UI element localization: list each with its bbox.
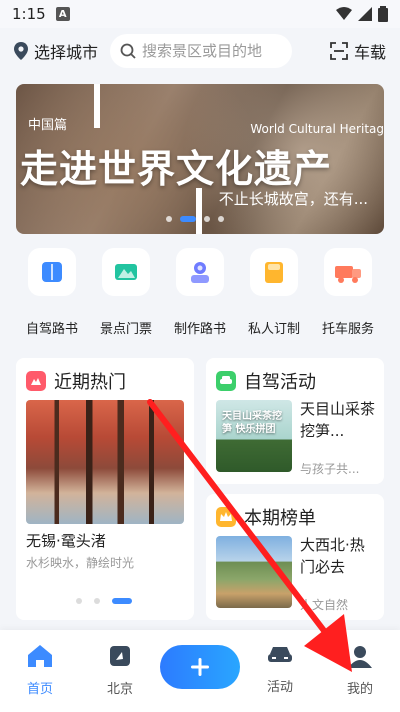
card-header: 自驾活动 [216,368,316,394]
vehicle-label: 车载 [353,43,386,62]
quick-entry-label: 托车服务 [321,322,374,337]
location-pin-icon [14,42,28,60]
city-selector[interactable]: 选择城市 [14,39,98,63]
ranking-card[interactable]: 本期榜单 大西北·热门必去 人文自然 [206,494,384,620]
scan-frame-icon [330,42,348,60]
banner-english-text: World Cultural Heritag [250,122,384,136]
banner-dot-active[interactable] [180,216,196,222]
battery-icon [378,6,388,22]
nav-label: 我的 [346,682,373,697]
activity-thumbnail-text: 天目山采茶挖笋 快乐拼团 [222,411,282,435]
banner-decor-line-bottom [196,188,202,234]
book-icon [28,248,76,296]
search-input[interactable] [142,42,283,60]
home-icon [28,645,52,667]
banner-pagination [166,216,224,222]
top-header: 选择城市 车载 [0,28,400,74]
banner-dot[interactable] [204,216,210,222]
status-time: 1:15 [12,5,46,23]
hot-destination-image[interactable] [26,400,184,524]
nav-label: 活动 [266,680,293,695]
banner-title: 走进世界文化遗产 [20,146,333,191]
hot-destination-title: 无锡·鼋头渚 [26,532,106,550]
fire-icon [26,371,46,391]
search-icon [120,43,136,59]
activity-meta: 与孩子共... [300,462,360,476]
plus-icon [191,658,209,676]
nav-home[interactable]: 首页 [10,644,70,697]
car-icon [268,647,292,662]
self-drive-activity-card[interactable]: 自驾活动 天目山采茶挖笋 快乐拼团 天目山采茶挖笋... 与孩子共... [206,358,384,484]
banner-dot[interactable] [218,216,224,222]
card-heading: 本期榜单 [244,508,316,529]
crown-icon [216,507,236,527]
hot-dot-active[interactable] [112,598,132,604]
signal-icon [358,7,372,21]
nav-beijing[interactable]: 北京 [90,644,150,697]
ranking-meta: 人文自然 [300,598,349,612]
card-heading: 近期热门 [54,372,126,393]
hot-destination-description: 水杉映水，静绘时光 [26,556,135,570]
custom-folder-icon [250,248,298,296]
search-box[interactable] [110,34,293,68]
quick-entry-private-custom[interactable]: 私人订制 [238,248,310,337]
hot-card-pagination [76,598,132,604]
status-indicators [336,6,388,22]
user-icon [348,646,372,668]
nav-mine[interactable]: 我的 [330,644,390,697]
banner-subtitle: 不止长城故宫，还有... [218,190,368,208]
banner-decor-line-top [94,84,100,128]
wifi-icon [336,7,352,20]
person-book-icon [176,248,224,296]
notification-icon: A [55,7,70,21]
status-bar: 1:15 A [0,0,400,28]
quick-entry-label: 自驾路书 [25,322,78,337]
quick-entry-car-shipping[interactable]: 托车服务 [312,248,384,337]
card-header: 本期榜单 [216,504,316,530]
hero-banner[interactable]: 中国篇 World Cultural Heritag 走进世界文化遗产 不止长城… [16,84,384,234]
ranking-thumbnail[interactable] [216,536,292,608]
quick-entry-row: 自驾路书 景点门票 制作路书 私人订制 托车服务 [0,248,400,338]
mountain-ticket-icon [102,248,150,296]
activity-thumbnail[interactable]: 天目山采茶挖笋 快乐拼团 [216,400,292,472]
nav-label: 首页 [26,682,53,697]
card-heading: 自驾活动 [244,372,316,393]
bottom-navigation: 首页 北京 活动 我的 [0,630,400,712]
banner-tag: 中国篇 [28,118,68,133]
banner-dot[interactable] [166,216,172,222]
quick-entry-label: 制作路书 [173,322,226,337]
nav-activity[interactable]: 活动 [250,644,310,695]
quick-entry-scenic-ticket[interactable]: 景点门票 [90,248,162,337]
nav-label: 北京 [106,682,133,697]
recent-hot-card[interactable]: 近期热门 无锡·鼋头渚 水杉映水，静绘时光 [16,358,194,620]
ranking-title: 大西北·热门必去 [300,536,365,576]
create-plus-button[interactable] [160,645,240,689]
map-icon [110,646,130,666]
vehicle-mode-button[interactable]: 车载 [330,39,386,63]
activity-title: 天目山采茶挖笋... [300,400,376,440]
quick-entry-make-guide[interactable]: 制作路书 [164,248,236,337]
card-header: 近期热门 [26,368,126,394]
quick-entry-label: 私人订制 [247,322,300,337]
city-label: 选择城市 [34,43,99,62]
quick-entry-label: 景点门票 [99,322,152,337]
car-badge-icon [216,371,236,391]
quick-entry-self-drive-guide[interactable]: 自驾路书 [16,248,88,337]
truck-icon [324,248,372,296]
hot-dot[interactable] [76,598,82,604]
hot-dot[interactable] [94,598,100,604]
